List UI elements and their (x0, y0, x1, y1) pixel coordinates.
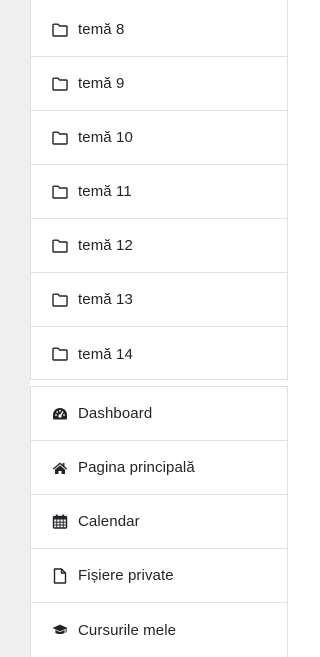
folder-icon (52, 292, 68, 308)
folder-icon (52, 184, 68, 200)
topic-item-9[interactable]: temă 9 (31, 57, 287, 111)
nav-item-label: Cursurile mele (78, 621, 177, 639)
topic-item-14[interactable]: temă 14 (31, 327, 287, 381)
topic-label: temă 13 (78, 291, 133, 308)
topic-label: temă 14 (78, 345, 133, 363)
nav-item-home[interactable]: Pagina principală (31, 441, 287, 495)
nav-item-private-files[interactable]: Fișiere private (31, 549, 287, 603)
topic-item-8[interactable]: temă 8 (31, 0, 287, 57)
course-topics-list: temă 8 temă 9 temă 10 temă 11 temă 12 te… (30, 0, 288, 380)
home-icon (52, 460, 68, 476)
nav-item-calendar[interactable]: Calendar (31, 495, 287, 549)
nav-item-label: Fișiere private (78, 567, 174, 584)
topic-label: temă 10 (78, 129, 133, 146)
topic-item-12[interactable]: temă 12 (31, 219, 287, 273)
nav-item-label: Pagina principală (78, 459, 195, 476)
page-gutter (0, 0, 30, 657)
nav-item-label: Dashboard (78, 405, 153, 422)
folder-icon (52, 238, 68, 254)
nav-item-dashboard[interactable]: Dashboard (31, 387, 287, 441)
topic-item-10[interactable]: temă 10 (31, 111, 287, 165)
file-icon (52, 567, 68, 584)
dashboard-icon (52, 406, 68, 422)
topic-label: temă 11 (78, 183, 132, 200)
folder-icon (52, 22, 68, 38)
calendar-icon (52, 514, 68, 530)
folder-icon (52, 346, 68, 362)
page-edge (288, 0, 291, 657)
topic-label: temă 12 (78, 237, 133, 254)
nav-item-my-courses[interactable]: Cursurile mele (31, 603, 287, 657)
topic-label: temă 8 (78, 21, 125, 38)
nav-item-label: Calendar (78, 513, 140, 530)
graduation-cap-icon (52, 622, 68, 638)
topic-item-13[interactable]: temă 13 (31, 273, 287, 327)
navigation-list: Dashboard Pagina principală Calendar Fiș… (30, 386, 288, 657)
topic-item-11[interactable]: temă 11 (31, 165, 287, 219)
folder-icon (52, 76, 68, 92)
folder-icon (52, 130, 68, 146)
topic-label: temă 9 (78, 75, 125, 92)
